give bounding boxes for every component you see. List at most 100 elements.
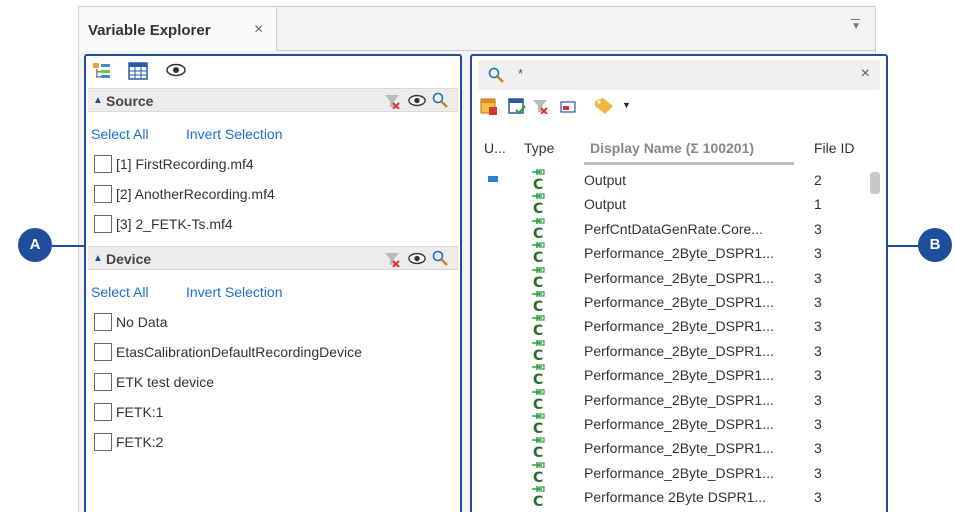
eye-icon[interactable]: [408, 252, 426, 265]
table-row[interactable]: C Performance_2Byte_DSPR1... 3: [472, 388, 872, 413]
source-item-label: [3] 2_FETK-Ts.mf4: [116, 216, 233, 232]
column-header-u[interactable]: U...: [484, 140, 506, 156]
table-row[interactable]: C Performance_2Byte_DSPR1... 3: [472, 412, 872, 437]
sort-indicator: [584, 162, 794, 165]
svg-text:C: C: [533, 494, 543, 509]
svg-text:C: C: [533, 397, 543, 412]
checkbox[interactable]: [94, 313, 112, 331]
table-row[interactable]: C Performance_2Byte_DSPR1... 3: [472, 339, 872, 364]
column-header-display-name[interactable]: Display Name (Σ 100201): [590, 140, 754, 156]
svg-text:C: C: [533, 348, 543, 363]
table-row[interactable]: C Performance_2Byte_DSPR1... 3: [472, 266, 872, 291]
close-icon[interactable]: ×: [254, 21, 263, 39]
calibration-type-icon: C: [530, 412, 548, 437]
tab-title: Variable Explorer: [88, 22, 211, 39]
table-view-icon[interactable]: [128, 62, 148, 80]
svg-text:C: C: [533, 275, 543, 290]
variable-display-name: Performance_2Byte_DSPR1...: [584, 391, 774, 408]
chevron-down-icon[interactable]: ▼: [622, 100, 631, 110]
calibration-type-icon: C: [530, 241, 548, 266]
clear-filter-icon[interactable]: [532, 98, 548, 114]
svg-text:C: C: [533, 299, 543, 314]
checkbox[interactable]: [94, 433, 112, 451]
checkbox[interactable]: [94, 403, 112, 421]
variable-display-name: Performance_2Byte_DSPR1...: [584, 245, 774, 262]
eye-icon[interactable]: [408, 94, 426, 107]
collapse-icon[interactable]: ▲: [93, 95, 103, 106]
table-row[interactable]: C Performance_2Byte_DSPR1... 3: [472, 363, 872, 388]
variable-display-name: Performance_2Byte_DSPR1...: [584, 342, 774, 359]
device-select-all-link[interactable]: Select All: [91, 284, 149, 300]
callout-b-line: [886, 245, 920, 247]
table-row[interactable]: C Performance_2Byte_DSPR1... 3: [472, 436, 872, 461]
svg-text:C: C: [533, 421, 543, 436]
table-row[interactable]: C Performance 2Byte DSPR1... 3: [472, 485, 872, 510]
calibration-type-icon: C: [530, 388, 548, 413]
collapse-icon[interactable]: ▲: [93, 253, 103, 264]
device-item-label: ETK test device: [116, 374, 215, 390]
calibration-type-icon: C: [530, 363, 548, 388]
variable-display-name: Performance 2Byte DSPR1...: [584, 489, 767, 506]
table-row[interactable]: C Performance_2Byte_DSPR1... 3: [472, 461, 872, 486]
checkbox[interactable]: [94, 343, 112, 361]
eye-icon[interactable]: [166, 63, 186, 77]
svg-text:C: C: [533, 177, 543, 192]
table-row[interactable]: C Output 1: [472, 192, 872, 217]
source-section-header[interactable]: ▲ Source: [88, 88, 458, 112]
device-section-header[interactable]: ▲ Device: [88, 246, 458, 270]
variable-display-name: Output: [584, 196, 627, 213]
callout-a: A: [18, 228, 52, 262]
table-row[interactable]: C PerfCntDataGenRate.Core... 3: [472, 217, 872, 242]
signal-view-icon[interactable]: [560, 101, 576, 113]
search-icon[interactable]: [432, 250, 448, 266]
tag-icon[interactable]: [594, 97, 614, 115]
tree-view-icon[interactable]: [92, 62, 112, 80]
variable-display-name: Performance_2Byte_DSPR1...: [584, 464, 774, 481]
variable-file-id: 3: [814, 464, 822, 481]
source-item-label: [2] AnotherRecording.mf4: [116, 186, 275, 202]
device-item-label: FETK:1: [116, 404, 164, 420]
svg-text:C: C: [533, 470, 543, 485]
add-to-table-icon[interactable]: [480, 98, 498, 116]
scrollbar-thumb[interactable]: [870, 172, 880, 194]
table-row[interactable]: C Performance_2Byte_DSPR1... 3: [472, 241, 872, 266]
variable-file-id: 3: [814, 391, 822, 408]
select-table-icon[interactable]: [508, 98, 526, 116]
checkbox[interactable]: [94, 185, 112, 203]
column-header-type[interactable]: Type: [524, 140, 554, 156]
source-item-label: [1] FirstRecording.mf4: [116, 156, 254, 172]
variable-display-name: Performance_2Byte_DSPR1...: [584, 440, 774, 457]
source-invert-selection-link[interactable]: Invert Selection: [186, 126, 283, 142]
search-field[interactable]: * ×: [478, 60, 880, 90]
callout-a-line: [52, 245, 86, 247]
clear-filter-icon[interactable]: [384, 251, 400, 267]
calibration-type-icon: C: [530, 314, 548, 339]
tab-bar: Variable Explorer × ▼: [79, 7, 875, 51]
clear-search-icon[interactable]: ×: [861, 65, 870, 83]
svg-text:C: C: [533, 372, 543, 387]
device-item-label: No Data: [116, 314, 168, 330]
checkbox[interactable]: [94, 373, 112, 391]
source-title: Source: [106, 93, 154, 109]
variable-file-id: 3: [814, 342, 822, 359]
svg-text:C: C: [533, 323, 543, 338]
calibration-type-icon: C: [530, 339, 548, 364]
clear-filter-icon[interactable]: [384, 93, 400, 109]
calibration-type-icon: C: [530, 192, 548, 217]
calibration-type-icon: C: [530, 485, 548, 510]
variable-file-id: 3: [814, 416, 822, 432]
column-header-file-id[interactable]: File ID: [814, 140, 854, 156]
tab-variable-explorer[interactable]: Variable Explorer ×: [79, 7, 277, 51]
search-icon[interactable]: [432, 92, 448, 108]
variable-file-id: 3: [814, 294, 822, 310]
device-invert-selection-link[interactable]: Invert Selection: [186, 284, 283, 300]
dropdown-menu-icon[interactable]: ▼: [851, 19, 861, 32]
checkbox[interactable]: [94, 215, 112, 233]
search-input[interactable]: *: [518, 66, 523, 81]
checkbox[interactable]: [94, 155, 112, 173]
table-row[interactable]: C Output 2: [472, 168, 872, 193]
table-row[interactable]: C Performance_2Byte_DSPR1... 3: [472, 290, 872, 315]
table-row[interactable]: C Performance_2Byte_DSPR1... 3: [472, 314, 872, 339]
calibration-type-icon: C: [530, 168, 548, 193]
source-select-all-link[interactable]: Select All: [91, 126, 149, 142]
